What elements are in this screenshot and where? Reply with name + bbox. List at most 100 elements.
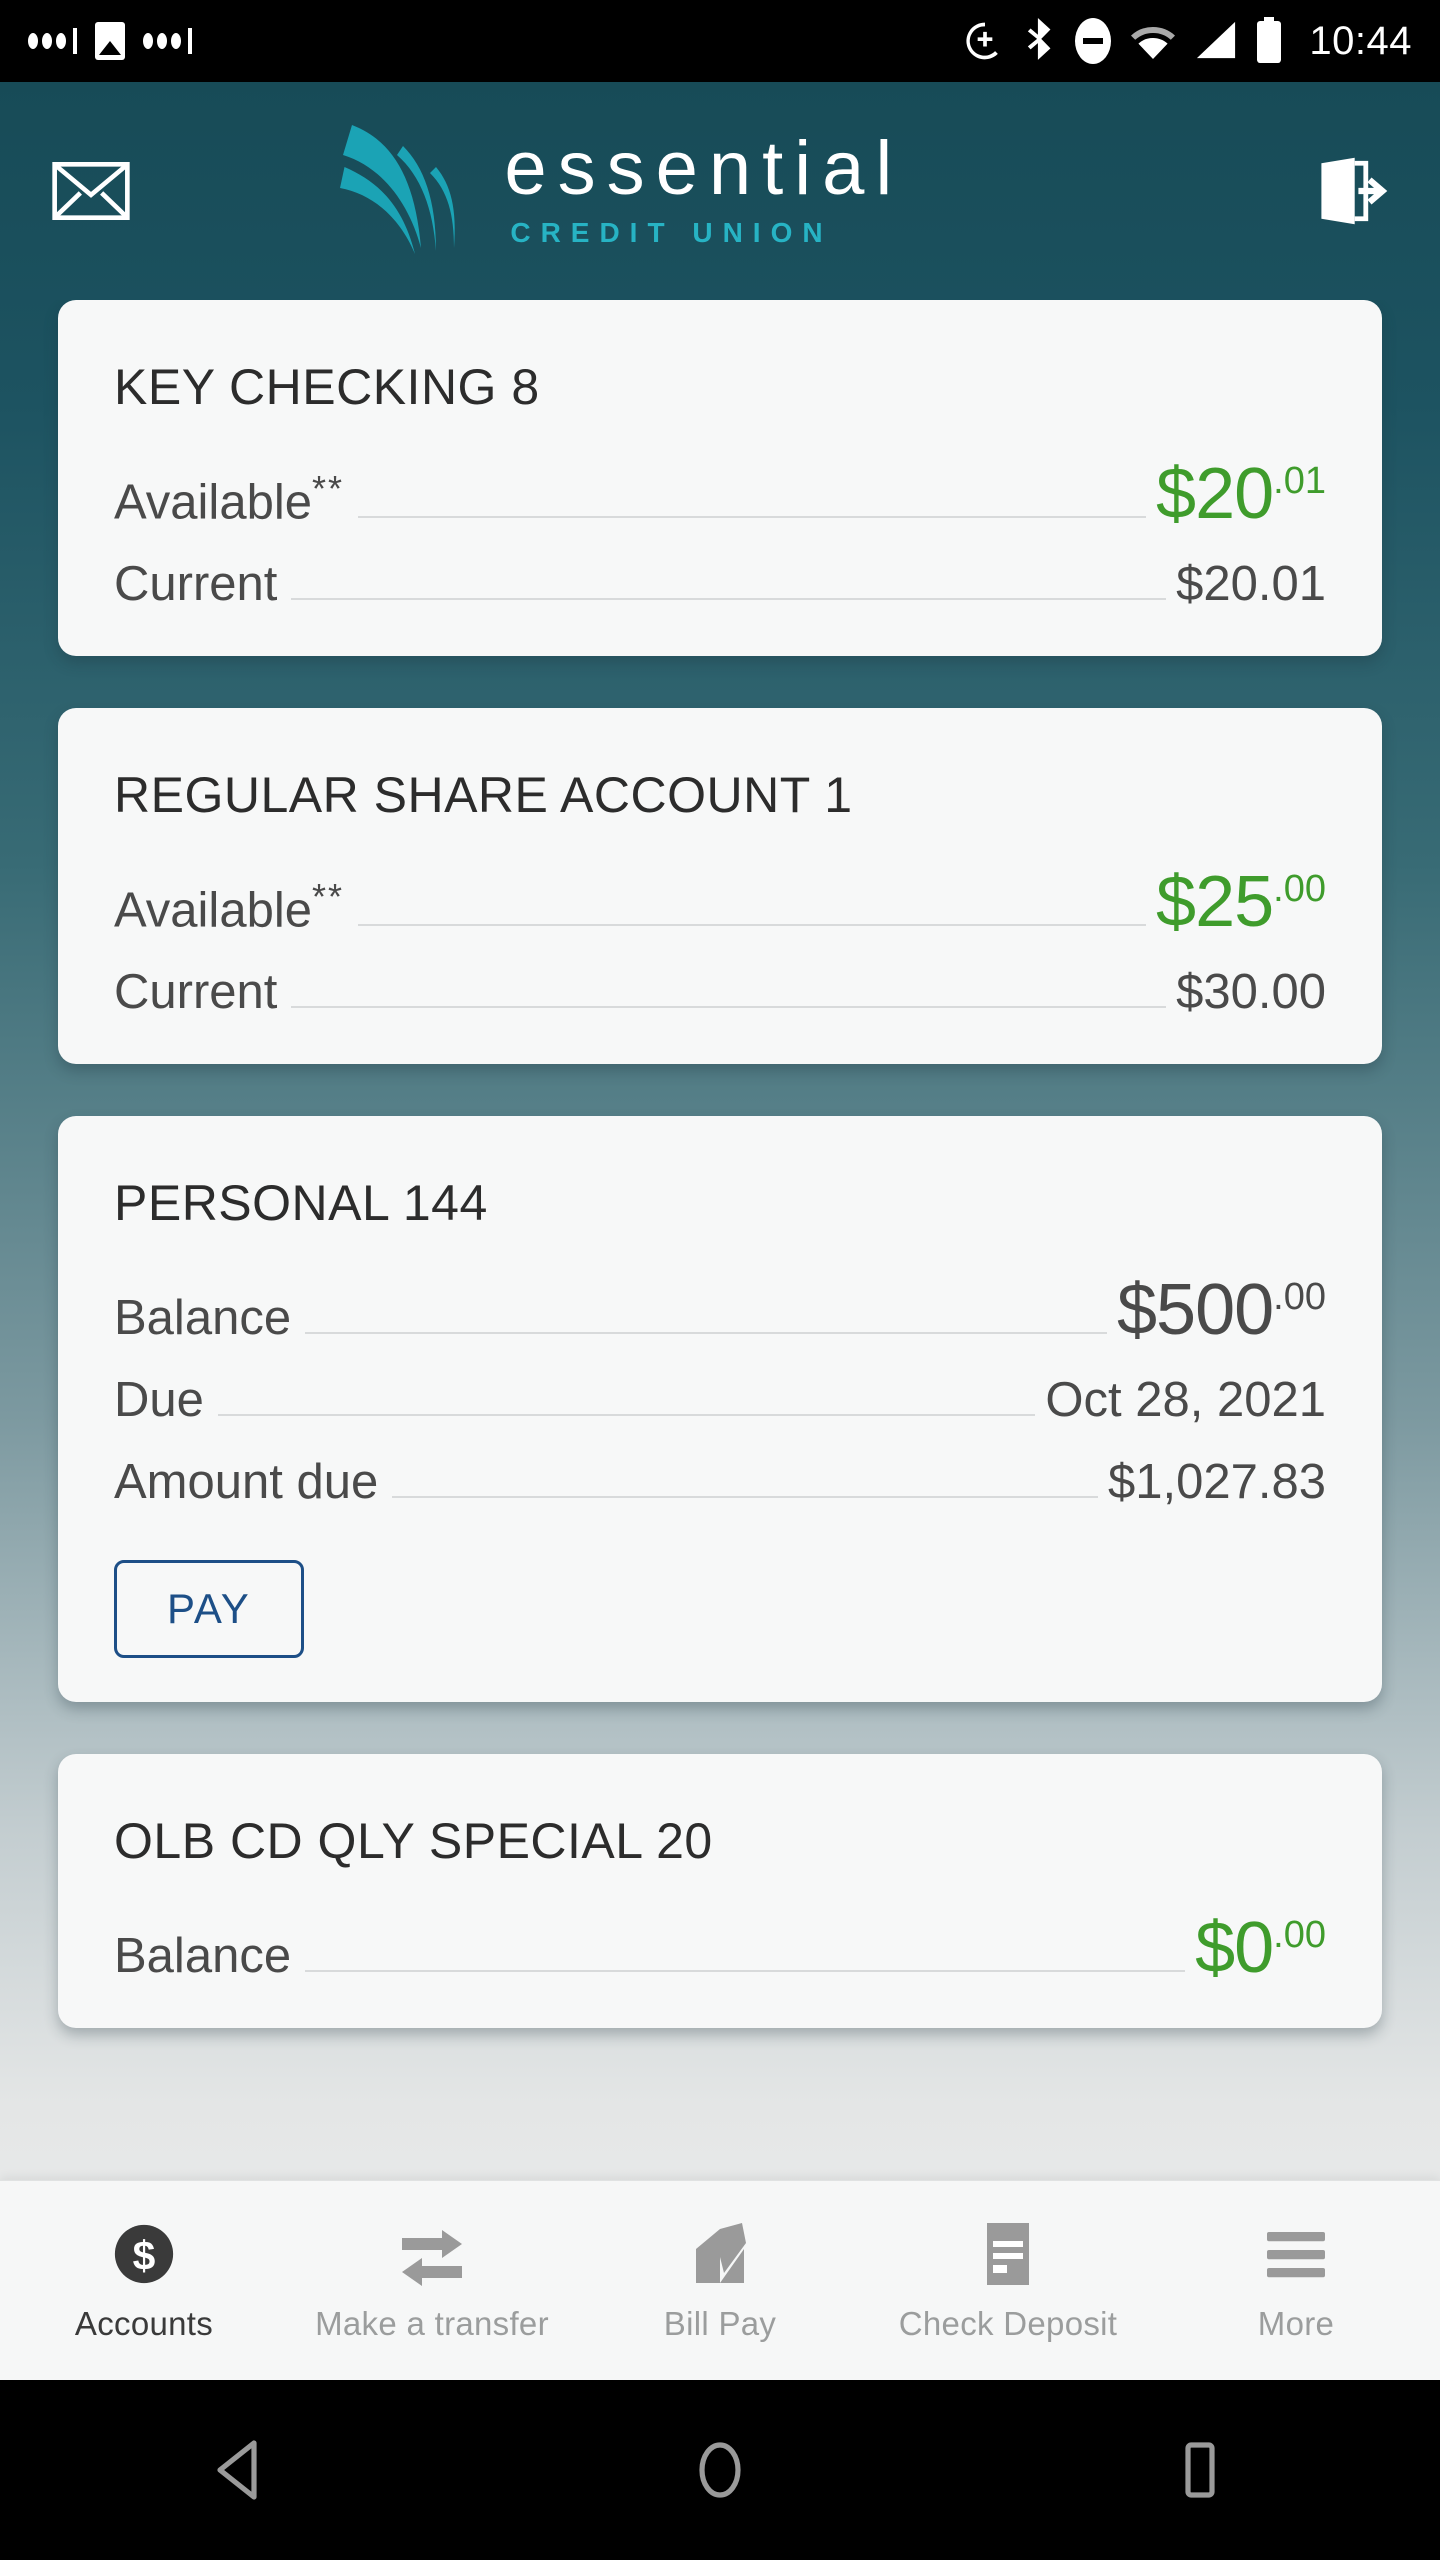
account-card[interactable]: PERSONAL 144 Balance $500.00 Due Oct 28, 202… [58, 1116, 1382, 1702]
accounts-list: KEY CHECKING 8 Available** $20.01 Current $2… [0, 300, 1440, 2200]
account-detail-value: $25.00 [1156, 866, 1326, 938]
nav-item-accounts[interactable]: $ Accounts [0, 2219, 288, 2343]
dotted-leader [392, 1496, 1098, 1498]
account-detail-value: $20.01 [1176, 557, 1326, 611]
amount-cents: .01 [1273, 460, 1326, 502]
envelope-pen-icon [688, 2219, 752, 2289]
account-detail-value: $500.00 [1117, 1274, 1326, 1346]
amount-whole: $0 [1195, 1908, 1274, 1988]
home-circle-icon[interactable] [660, 2410, 780, 2530]
bluetooth-icon [1028, 18, 1051, 60]
account-card-title: OLB CD QLY SPECIAL 20 [114, 1813, 713, 1869]
android-status-bar: 10:44 [0, 0, 1440, 82]
account-card[interactable]: OLB CD QLY SPECIAL 20 Balance $0.00 [58, 1754, 1382, 2028]
amount-whole: $25 [1156, 862, 1274, 942]
check-card-icon [979, 2219, 1037, 2289]
account-detail-label: Balance [114, 1290, 291, 1346]
footnote-asterisk: ** [311, 467, 344, 509]
account-detail-value: $1,027.83 [1108, 1455, 1326, 1509]
recents-square-icon[interactable] [1140, 2410, 1260, 2530]
account-detail-label-text: Balance [114, 1291, 292, 1345]
phone-screen: 10:44 essential CREDIT UNION KEY CHECKIN… [0, 0, 1440, 2560]
brand-name: essential [504, 125, 904, 211]
account-detail-row: Balance $500.00 [114, 1274, 1326, 1346]
dotted-leader [358, 516, 1147, 518]
amount-cents: .00 [1273, 1276, 1326, 1318]
account-detail-value: $0.00 [1195, 1912, 1326, 1984]
status-bar-left-icons [28, 22, 192, 60]
dots-indicator-icon [28, 28, 77, 54]
nav-item-bill-pay[interactable]: Bill Pay [576, 2219, 864, 2343]
amount-whole: $500 [1117, 1270, 1274, 1350]
account-detail-value: $30.00 [1176, 965, 1326, 1019]
account-detail-label-text: Current [114, 965, 278, 1019]
account-detail-row: Current $20.01 [114, 556, 1326, 612]
account-card[interactable]: REGULAR SHARE ACCOUNT 1 Available** $25.00… [58, 708, 1382, 1064]
hamburger-menu-icon [1263, 2219, 1329, 2289]
account-detail-label: Available** [114, 876, 344, 938]
brand-subtitle: CREDIT UNION [510, 217, 833, 249]
logout-icon[interactable] [1314, 153, 1388, 229]
footnote-asterisk: ** [311, 875, 344, 917]
feather-logo-icon [340, 125, 456, 254]
account-detail-value: Oct 28, 2021 [1045, 1373, 1326, 1427]
back-triangle-icon[interactable] [180, 2410, 300, 2530]
cell-signal-icon [1197, 21, 1236, 59]
account-detail-row: Due Oct 28, 2021 [114, 1372, 1326, 1428]
account-card-title: REGULAR SHARE ACCOUNT 1 [114, 767, 853, 823]
sync-icon [966, 22, 999, 60]
dotted-leader [217, 1414, 1036, 1416]
account-detail-label-text: Available [114, 883, 312, 937]
account-detail-label: Available** [114, 468, 344, 530]
dotted-leader [305, 1970, 1186, 1972]
nav-item-label: Check Deposit [898, 2304, 1118, 2342]
amount-whole: $20 [1156, 454, 1274, 534]
account-detail-label-text: Amount due [114, 1455, 379, 1509]
account-card-title: KEY CHECKING 8 [114, 359, 540, 415]
do-not-disturb-icon [1075, 18, 1112, 64]
account-detail-label: Balance [114, 1928, 291, 1984]
dots-indicator-icon [143, 28, 192, 54]
amount-cents: .00 [1273, 1914, 1326, 1956]
account-detail-label-text: Due [114, 1373, 204, 1427]
account-detail-label: Current [114, 964, 277, 1020]
nav-item-label: Accounts [74, 2304, 214, 2342]
dollar-circle-icon: $ [111, 2219, 177, 2289]
account-detail-value: $20.01 [1156, 458, 1326, 530]
dotted-leader [358, 924, 1147, 926]
status-bar-clock: 10:44 [1309, 18, 1412, 63]
account-detail-row: Available** $25.00 [114, 866, 1326, 938]
account-detail-label: Current [114, 556, 277, 612]
account-card-title: PERSONAL 144 [114, 1175, 488, 1231]
account-detail-label-text: Current [114, 557, 278, 611]
account-detail-label: Due [114, 1372, 204, 1428]
android-navigation-bar [0, 2380, 1440, 2560]
brand-logo: essential CREDIT UNION [326, 116, 903, 266]
battery-icon [1257, 17, 1282, 63]
account-detail-label: Amount due [114, 1454, 378, 1510]
svg-text:$: $ [133, 2232, 156, 2278]
nav-item-label: More [1257, 2304, 1335, 2342]
account-card[interactable]: KEY CHECKING 8 Available** $20.01 Current $2… [58, 300, 1382, 656]
envelope-icon[interactable] [52, 162, 130, 220]
pay-button[interactable]: PAY [114, 1560, 304, 1658]
amount-cents: .00 [1273, 868, 1326, 910]
nav-item-make-a-transfer[interactable]: Make a transfer [288, 2219, 576, 2343]
nav-item-check-deposit[interactable]: Check Deposit [864, 2219, 1152, 2343]
account-detail-row: Current $30.00 [114, 964, 1326, 1020]
account-detail-row: Available** $20.01 [114, 458, 1326, 530]
dotted-leader [291, 598, 1167, 600]
status-bar-right-icons: 10:44 [963, 17, 1412, 65]
app-header: essential CREDIT UNION [0, 82, 1440, 300]
bottom-navigation-bar: $ Accounts Make a transfer Bill Pay Check De… [0, 2180, 1440, 2380]
wifi-icon [1131, 26, 1176, 59]
nav-item-label: Bill Pay [663, 2304, 777, 2342]
nav-item-more[interactable]: More [1152, 2219, 1440, 2343]
image-icon [95, 22, 125, 60]
dotted-leader [305, 1332, 1107, 1334]
transfer-arrows-icon [398, 2219, 466, 2289]
dotted-leader [291, 1006, 1167, 1008]
nav-item-label: Make a transfer [315, 2304, 549, 2342]
account-detail-row: Balance $0.00 [114, 1912, 1326, 1984]
account-detail-row: Amount due $1,027.83 [114, 1454, 1326, 1510]
